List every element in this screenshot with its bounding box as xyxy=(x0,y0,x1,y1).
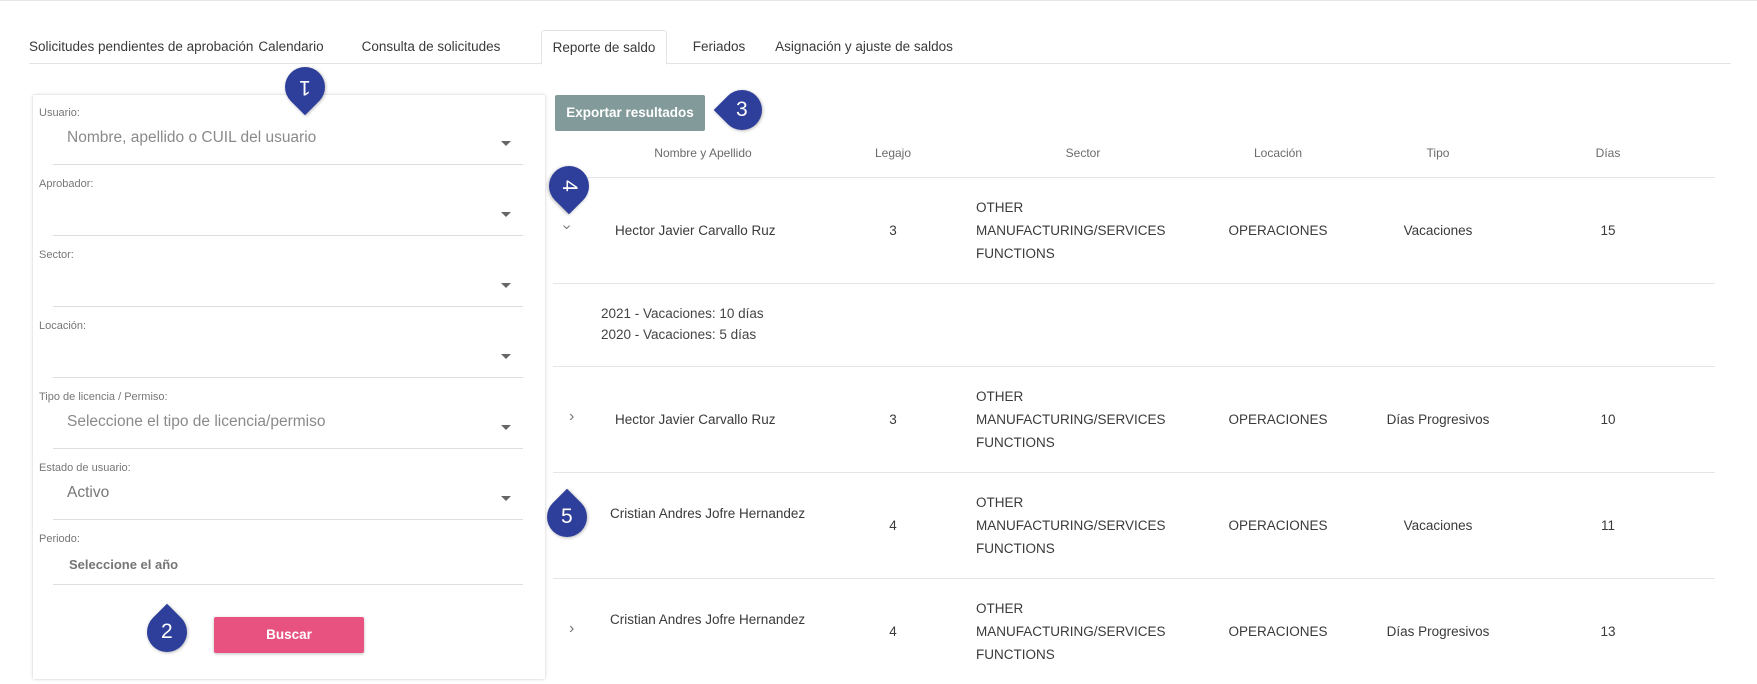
estado-field: Estado de usuario: Activo xyxy=(33,450,545,520)
tab-calendario[interactable]: Calendario xyxy=(246,30,336,64)
header-nombre: Nombre y Apellido xyxy=(654,146,752,160)
periodo-label: Periodo: xyxy=(39,533,80,545)
chevron-right-icon[interactable]: › xyxy=(569,408,574,426)
header-tipo: Tipo xyxy=(1426,146,1450,160)
cell-nombre: Hector Javier Carvallo Ruz xyxy=(615,223,776,238)
tab-reporte-saldo[interactable]: Reporte de saldo xyxy=(541,30,667,65)
cell-legajo: 4 xyxy=(889,624,897,639)
usuario-placeholder: Nombre, apellido o CUIL del usuario xyxy=(67,129,317,146)
cell-tipo: Días Progresivos xyxy=(1386,624,1490,639)
usuario-label: Usuario: xyxy=(39,107,80,119)
caret-down-icon xyxy=(501,212,511,217)
cell-legajo: 3 xyxy=(889,223,897,238)
aprobador-select[interactable] xyxy=(53,190,523,236)
cell-sector: OTHER MANUFACTURING/SERVICES FUNCTIONS xyxy=(976,200,1166,261)
detail-line: 2020 - Vacaciones: 5 días xyxy=(601,327,757,342)
cell-legajo: 3 xyxy=(889,412,897,427)
cell-tipo: Vacaciones xyxy=(1403,518,1473,533)
cell-locacion: OPERACIONES xyxy=(1228,223,1328,238)
header-sector: Sector xyxy=(1065,146,1101,160)
caret-down-icon xyxy=(501,141,511,146)
tipo-label: Tipo de licencia / Permiso: xyxy=(39,391,168,403)
cell-nombre: Hector Javier Carvallo Ruz xyxy=(615,412,776,427)
row-detail: 2021 - Vacaciones: 10 días 2020 - Vacaci… xyxy=(553,284,1715,367)
header-dias: Días xyxy=(1595,146,1621,160)
exportar-resultados-button[interactable]: Exportar resultados xyxy=(555,95,705,131)
cell-dias: 10 xyxy=(1600,412,1616,427)
tab-asignacion-ajuste[interactable]: Asignación y ajuste de saldos xyxy=(762,30,966,64)
detail-line: 2021 - Vacaciones: 10 días xyxy=(601,306,764,321)
locacion-field: Locación: xyxy=(33,308,545,378)
header-legajo: Legajo xyxy=(874,146,912,160)
tab-solicitudes-pendientes[interactable]: Solicitudes pendientes de aprobación xyxy=(29,30,253,64)
cell-dias: 11 xyxy=(1600,518,1615,533)
header-locacion: Locación xyxy=(1253,146,1303,160)
cell-sector: OTHER MANUFACTURING/SERVICES FUNCTIONS xyxy=(976,389,1166,450)
caret-down-icon xyxy=(501,496,511,501)
periodo-field: Periodo: xyxy=(33,521,545,591)
aprobador-label: Aprobador: xyxy=(39,178,94,190)
aprobador-field: Aprobador: xyxy=(33,166,545,236)
tab-consulta-solicitudes[interactable]: Consulta de solicitudes xyxy=(345,30,517,64)
periodo-control xyxy=(53,545,523,585)
cell-locacion: OPERACIONES xyxy=(1228,624,1328,639)
locacion-select[interactable] xyxy=(53,332,523,378)
buscar-button[interactable]: Buscar xyxy=(214,617,364,653)
tipo-field: Tipo de licencia / Permiso: Seleccione e… xyxy=(33,379,545,449)
sector-label: Sector: xyxy=(39,249,74,261)
tab-bar: Solicitudes pendientes de aprobación Cal… xyxy=(29,30,1731,65)
cell-legajo: 4 xyxy=(889,518,897,533)
cell-nombre: Cristian Andres Jofre Hernandez xyxy=(610,612,806,627)
table-row[interactable]: › Hector Javier Carvallo Ruz 3 OTHER MAN… xyxy=(553,367,1715,473)
caret-down-icon xyxy=(501,354,511,359)
top-divider xyxy=(0,0,1757,1)
filter-panel: Usuario: Nombre, apellido o CUIL del usu… xyxy=(33,95,545,679)
periodo-input[interactable] xyxy=(69,557,489,572)
estado-select[interactable]: Activo xyxy=(53,474,523,520)
cell-dias: 15 xyxy=(1600,223,1616,238)
usuario-select[interactable]: Nombre, apellido o CUIL del usuario xyxy=(53,119,523,165)
marker-3: 3 xyxy=(713,81,771,139)
estado-label: Estado de usuario: xyxy=(39,462,131,474)
tipo-placeholder: Seleccione el tipo de licencia/permiso xyxy=(67,413,326,430)
caret-down-icon xyxy=(501,425,511,430)
chevron-right-icon[interactable]: › xyxy=(569,620,574,638)
cell-tipo: Días Progresivos xyxy=(1386,412,1490,427)
cell-nombre: Cristian Andres Jofre Hernandez xyxy=(610,506,806,521)
caret-down-icon xyxy=(501,283,511,288)
cell-locacion: OPERACIONES xyxy=(1228,412,1328,427)
table-row[interactable]: › Cristian Andres Jofre Hernandez 4 OTHE… xyxy=(553,579,1715,684)
cell-tipo: Vacaciones xyxy=(1403,223,1473,238)
sector-field: Sector: xyxy=(33,237,545,307)
chevron-down-icon[interactable]: › xyxy=(558,224,576,229)
estado-value: Activo xyxy=(67,484,110,501)
cell-dias: 13 xyxy=(1600,624,1616,639)
cell-sector: OTHER MANUFACTURING/SERVICES FUNCTIONS xyxy=(976,601,1166,662)
table-row[interactable]: Cristian Andres Jofre Hernandez 4 OTHER … xyxy=(553,473,1715,579)
sector-select[interactable] xyxy=(53,261,523,307)
tipo-select[interactable]: Seleccione el tipo de licencia/permiso xyxy=(53,403,523,449)
usuario-field: Usuario: Nombre, apellido o CUIL del usu… xyxy=(33,95,545,165)
table-header: Nombre y Apellido Legajo Sector Locación… xyxy=(553,140,1715,178)
table-row[interactable]: › Hector Javier Carvallo Ruz 3 OTHER MAN… xyxy=(553,178,1715,284)
locacion-label: Locación: xyxy=(39,320,87,332)
tab-feriados[interactable]: Feriados xyxy=(677,30,761,64)
cell-locacion: OPERACIONES xyxy=(1228,518,1328,533)
cell-sector: OTHER MANUFACTURING/SERVICES FUNCTIONS xyxy=(976,495,1166,556)
